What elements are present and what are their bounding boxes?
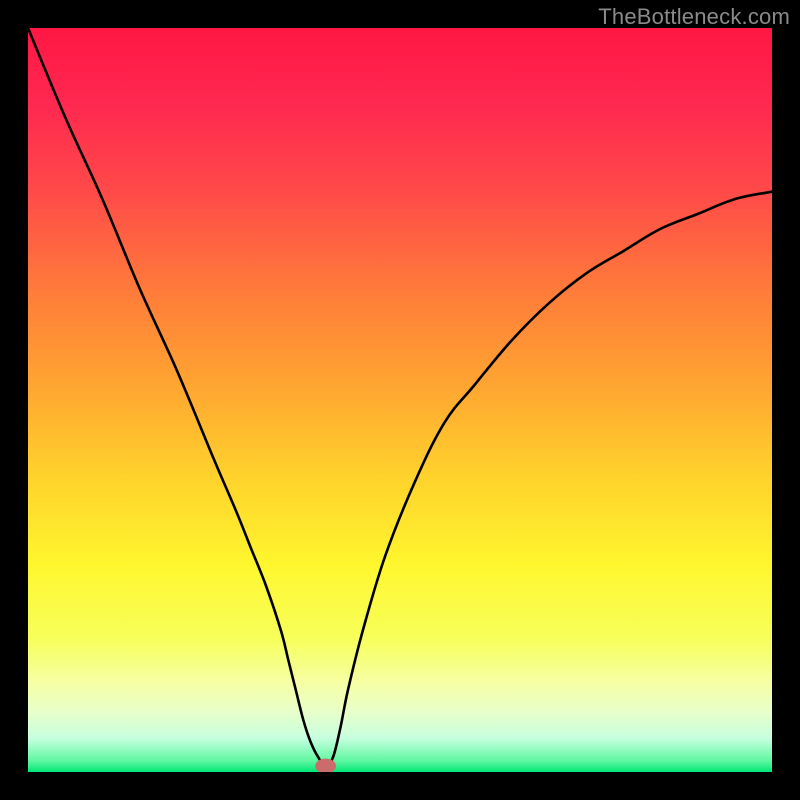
plot-area [28,28,772,772]
chart-frame: TheBottleneck.com [0,0,800,800]
gradient-background [28,28,772,772]
bottleneck-chart [28,28,772,772]
watermark-text: TheBottleneck.com [598,4,790,30]
